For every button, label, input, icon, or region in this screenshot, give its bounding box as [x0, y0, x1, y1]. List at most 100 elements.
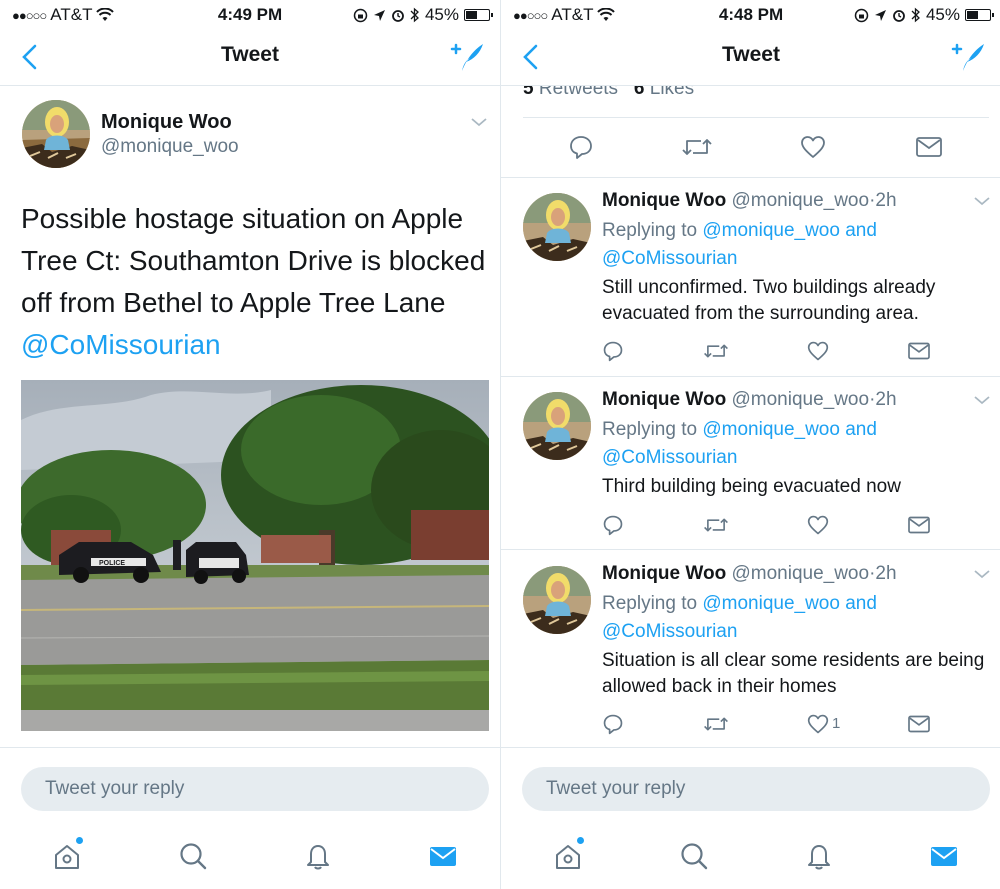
reply-tweet[interactable]: Monique Woo @monique_woo·2h Replying to …	[501, 177, 1000, 376]
reply-input[interactable]	[522, 767, 990, 811]
author-name[interactable]: Monique Woo	[602, 563, 726, 584]
page-title: Tweet	[722, 43, 780, 66]
tab-bar	[0, 829, 500, 889]
author-name[interactable]: Monique Woo	[602, 190, 726, 211]
replying-to-link[interactable]: @CoMissourian	[602, 248, 737, 269]
compose-tweet-icon[interactable]	[951, 39, 987, 75]
replying-to-link[interactable]: @monique_woo and	[702, 593, 877, 614]
messages-icon[interactable]	[929, 841, 959, 871]
search-icon[interactable]	[178, 841, 208, 871]
retweet-icon[interactable]	[681, 134, 713, 160]
like-count: 1	[832, 715, 841, 732]
notifications-icon[interactable]	[303, 841, 333, 871]
author-handle[interactable]: @monique_woo	[731, 389, 869, 410]
chevron-down-icon[interactable]	[973, 568, 991, 580]
replying-to: Replying to @monique_woo and @CoMissouri…	[602, 416, 932, 472]
tab-bar	[501, 829, 1000, 889]
photo-police-text: POLICE	[99, 560, 125, 567]
author-handle[interactable]: @monique_woo	[731, 190, 869, 211]
author-name[interactable]: Monique Woo	[101, 111, 232, 134]
reply-icon[interactable]	[568, 134, 594, 160]
author-handle[interactable]: @monique_woo	[101, 136, 239, 158]
compose-tweet-icon[interactable]	[450, 39, 486, 75]
tweet-time: 2h	[875, 389, 897, 410]
chevron-down-icon[interactable]	[470, 116, 488, 128]
reply-composer	[0, 747, 500, 829]
location-icon	[373, 9, 385, 21]
retweet-icon[interactable]	[703, 340, 729, 362]
direct-message-icon[interactable]	[907, 341, 931, 361]
rotation-lock-icon	[854, 8, 869, 22]
replying-to-link[interactable]: @CoMissourian	[602, 447, 737, 468]
replying-to-prefix: Replying to	[602, 419, 698, 440]
mention-link[interactable]: @CoMissourian	[21, 324, 491, 366]
page-title: Tweet	[221, 43, 279, 66]
reply-input[interactable]	[21, 767, 489, 811]
retweet-icon[interactable]	[703, 514, 729, 536]
home-icon[interactable]	[553, 841, 583, 871]
like-icon[interactable]	[807, 340, 829, 362]
author-handle[interactable]: @monique_woo	[731, 563, 869, 584]
notifications-icon[interactable]	[804, 841, 834, 871]
replying-to-link[interactable]: @monique_woo and	[702, 220, 877, 241]
reply-tweet[interactable]: Monique Woo @monique_woo·2h Replying to …	[501, 376, 1000, 549]
avatar[interactable]	[523, 392, 591, 460]
tweet-time: 2h	[875, 190, 897, 211]
tweet-body: Possible hostage situation on Apple Tree…	[21, 203, 486, 318]
replying-to-link[interactable]: @CoMissourian	[602, 621, 737, 642]
reply-icon[interactable]	[602, 340, 624, 362]
chevron-down-icon[interactable]	[973, 394, 991, 406]
replying-to-prefix: Replying to	[602, 220, 698, 241]
tweet-actions	[501, 338, 1000, 368]
avatar[interactable]	[22, 100, 90, 168]
tweet-text: Still unconfirmed. Two buildings already…	[602, 277, 936, 324]
alarm-icon	[893, 10, 905, 22]
like-icon[interactable]	[807, 514, 829, 536]
tweet-text: Possible hostage situation on Apple Tree…	[21, 198, 491, 366]
messages-icon[interactable]	[428, 841, 458, 871]
tweet-text: Third building being evacuated now	[602, 476, 901, 497]
tweet-text: Situation is all clear some residents ar…	[602, 650, 995, 697]
replying-to: Replying to @monique_woo and @CoMissouri…	[602, 590, 932, 646]
bluetooth-icon	[911, 7, 920, 23]
replying-to-link[interactable]: @monique_woo and	[702, 419, 877, 440]
avatar[interactable]	[523, 566, 591, 634]
reply-tweet[interactable]: Monique Woo @monique_woo·2h Replying to …	[501, 550, 1000, 748]
reply-icon[interactable]	[602, 713, 624, 735]
search-icon[interactable]	[679, 841, 709, 871]
direct-message-icon[interactable]	[915, 135, 943, 159]
direct-message-icon[interactable]	[907, 714, 931, 734]
nav-bar: Tweet	[0, 30, 500, 86]
like-icon[interactable]	[807, 713, 829, 735]
battery-icon	[464, 9, 493, 21]
chevron-down-icon[interactable]	[973, 195, 991, 207]
left-screen: ●●○○○ AT&T 4:49 PM 45% Tweet Monique Woo…	[0, 0, 500, 889]
battery-percent: 45%	[925, 5, 960, 24]
home-icon[interactable]	[52, 841, 82, 871]
direct-message-icon[interactable]	[907, 515, 931, 535]
reply-icon[interactable]	[602, 514, 624, 536]
tweet-actions: 1	[501, 711, 1000, 741]
retweet-icon[interactable]	[703, 713, 729, 735]
tweet-actions	[501, 512, 1000, 542]
alarm-icon	[392, 10, 404, 22]
bluetooth-icon	[410, 7, 419, 23]
nav-bar: Tweet	[501, 30, 1000, 86]
like-icon[interactable]	[800, 134, 826, 160]
replying-to-prefix: Replying to	[602, 593, 698, 614]
replying-to: Replying to @monique_woo and @CoMissouri…	[602, 217, 932, 273]
status-bar: ●●○○○ AT&T 4:49 PM 45%	[0, 0, 500, 30]
location-icon	[874, 9, 886, 21]
battery-percent: 45%	[424, 5, 459, 24]
avatar[interactable]	[523, 193, 591, 261]
right-screen: ●●○○○ AT&T 4:48 PM 45% Tweet 5 Retweets …	[500, 0, 1000, 889]
author-name[interactable]: Monique Woo	[602, 389, 726, 410]
home-notification-dot	[76, 837, 83, 844]
reply-composer	[501, 747, 1000, 829]
tweet-photo[interactable]: POLICE	[21, 380, 489, 731]
divider	[523, 117, 989, 118]
battery-icon	[965, 9, 994, 21]
home-notification-dot	[577, 837, 584, 844]
main-tweet-actions	[501, 130, 1000, 166]
tweet-time: 2h	[875, 563, 897, 584]
